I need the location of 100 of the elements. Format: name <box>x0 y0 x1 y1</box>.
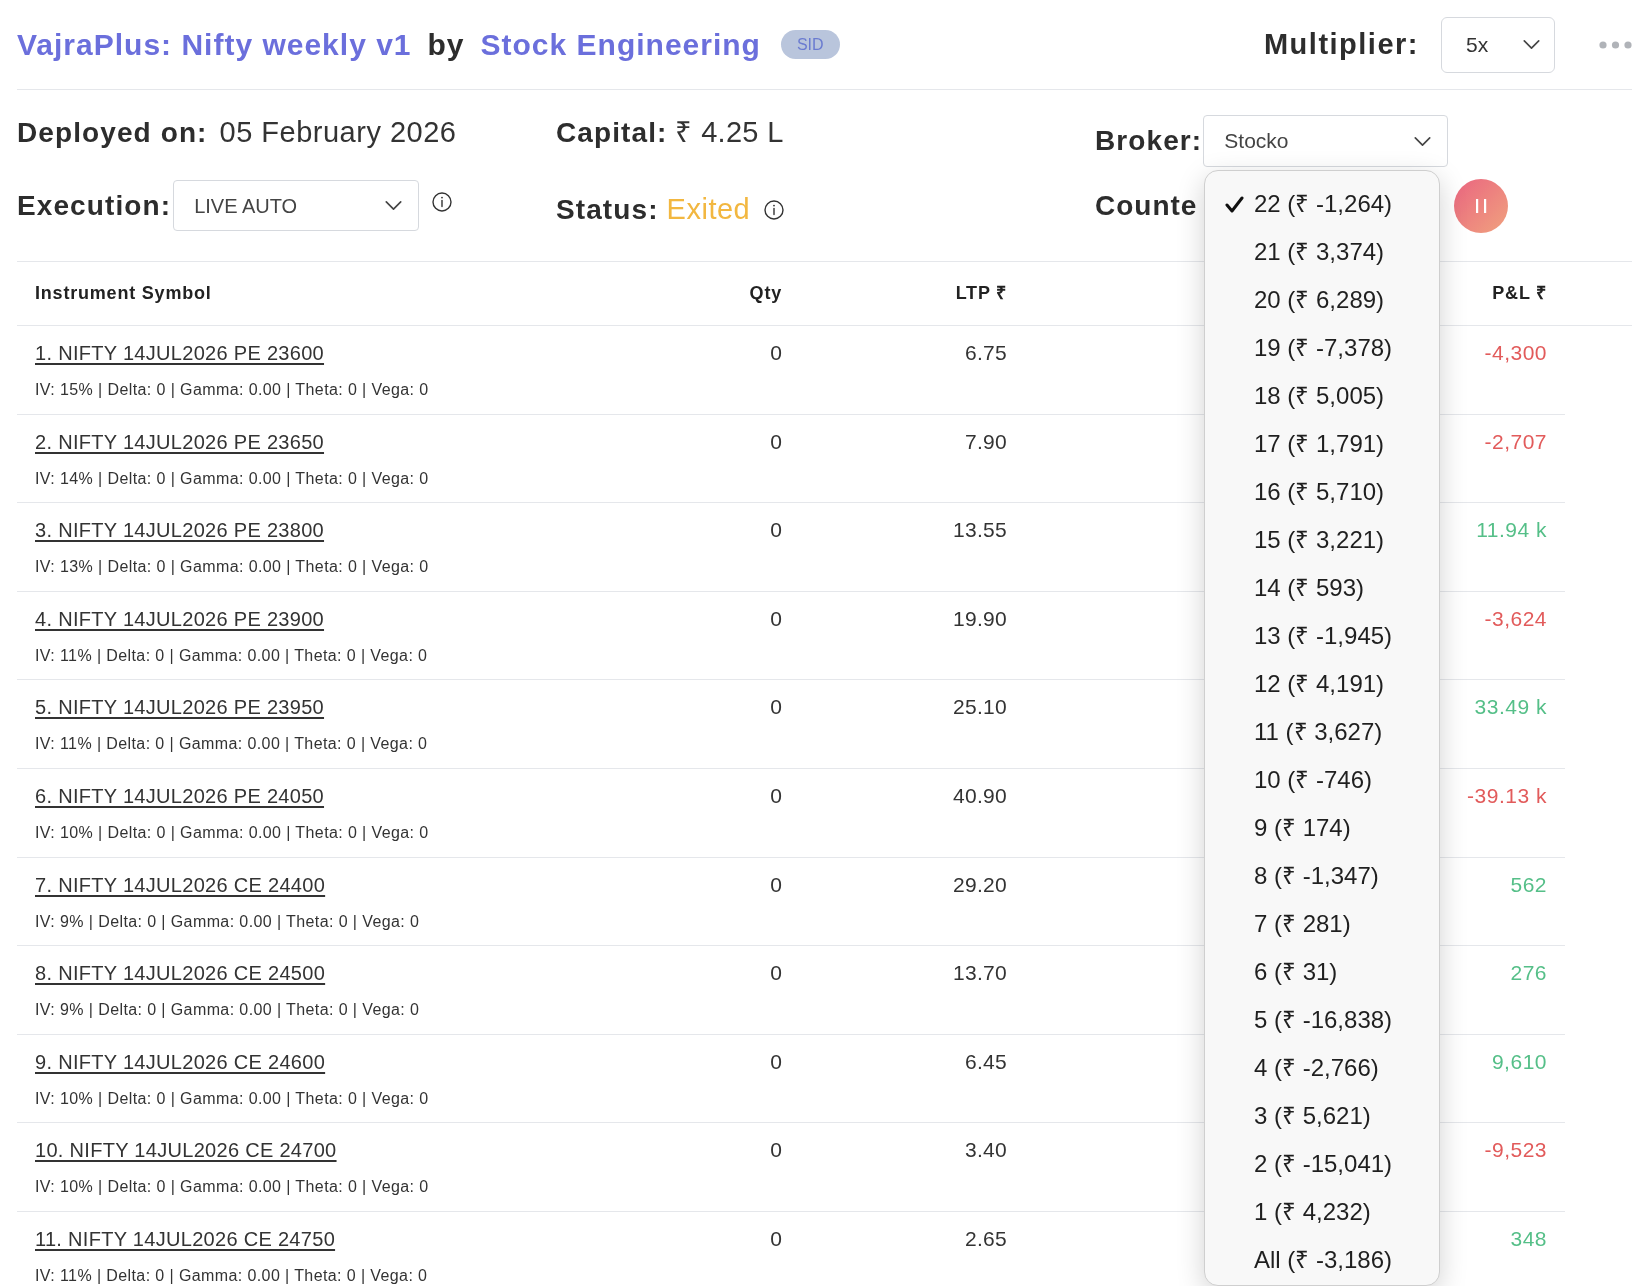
ltp-cell: 13.55 <box>952 517 1007 544</box>
pnl-cell: 33.49 k <box>1474 694 1547 721</box>
counter-option[interactable]: 20 (₹ 6,289) <box>1205 276 1439 324</box>
execution-label: Execution: <box>17 188 172 223</box>
pnl-cell: -9,523 <box>1484 1137 1547 1164</box>
column-header: Qty <box>749 282 782 305</box>
pause-button[interactable] <box>1454 178 1508 233</box>
capital-label: Capital: <box>556 116 668 150</box>
counter-option[interactable]: 19 (₹ -7,378) <box>1205 324 1439 372</box>
symbol-link[interactable]: 2. NIFTY 14JUL2026 PE 23650 <box>35 428 325 455</box>
greeks-text: IV: 10% | Delta: 0 | Gamma: 0.00 | Theta: 0 | Vega: 0 <box>35 1178 429 1197</box>
counter-option[interactable]: 18 (₹ 5,005) <box>1205 372 1439 420</box>
counter-option[interactable]: 17 (₹ 1,791) <box>1205 420 1439 468</box>
greeks-text: IV: 14% | Delta: 0 | Gamma: 0.00 | Theta: 0 | Vega: 0 <box>35 469 429 488</box>
pnl-cell: 348 <box>1510 1225 1547 1252</box>
broker-label: Broker: <box>1095 124 1203 158</box>
qty-cell: 0 <box>770 960 782 987</box>
multiplier-label: Multiplier: <box>1263 26 1419 62</box>
counter-option[interactable]: 16 (₹ 5,710) <box>1205 468 1439 516</box>
greeks-text: IV: 15% | Delta: 0 | Gamma: 0.00 | Theta: 0 | Vega: 0 <box>35 381 429 399</box>
greeks-text: IV: 9% | Delta: 0 | Gamma: 0.00 | Theta: 0 | Vega: 0 <box>35 912 420 931</box>
counter-option[interactable]: 13 (₹ -1,945) <box>1205 612 1439 660</box>
title-link[interactable]: VajraPlus: Nifty weekly v1 <box>17 24 412 65</box>
ltp-cell: 25.10 <box>952 694 1007 721</box>
ltp-cell: 2.65 <box>964 1225 1007 1252</box>
qty-cell: 0 <box>770 340 782 366</box>
counter-option[interactable]: 22 (₹ -1,264) <box>1205 180 1439 228</box>
pnl-cell: -4,300 <box>1484 340 1547 366</box>
counter-option[interactable]: 10 (₹ -746) <box>1205 756 1439 804</box>
broker-select[interactable]: Stocko <box>1203 115 1449 167</box>
symbol-link[interactable]: 10. NIFTY 14JUL2026 CE 24700 <box>35 1137 337 1164</box>
ltp-cell: 7.90 <box>964 428 1007 455</box>
ltp-cell: 3.40 <box>964 1137 1007 1164</box>
qty-cell: 0 <box>770 1137 782 1164</box>
pnl-cell: 11.94 k <box>1476 517 1547 544</box>
counter-option[interactable]: 8 (₹ -1,347) <box>1205 852 1439 900</box>
execution-select[interactable]: LIVE AUTO <box>173 180 420 231</box>
counter-option[interactable]: 7 (₹ 281) <box>1205 900 1439 948</box>
status-label: Status: <box>556 192 659 227</box>
greeks-text: IV: 10% | Delta: 0 | Gamma: 0.00 | Theta: 0 | Vega: 0 <box>35 1089 429 1108</box>
qty-cell: 0 <box>770 1225 782 1252</box>
counter-option[interactable]: 11 (₹ 3,627) <box>1205 708 1439 756</box>
counter-option[interactable]: 6 (₹ 31) <box>1205 948 1439 996</box>
pnl-cell: -2,707 <box>1484 428 1547 455</box>
info-icon[interactable] <box>764 199 785 220</box>
greeks-text: IV: 10% | Delta: 0 | Gamma: 0.00 | Theta: 0 | Vega: 0 <box>35 823 429 842</box>
symbol-link[interactable]: 8. NIFTY 14JUL2026 CE 24500 <box>35 960 326 987</box>
counter-option[interactable]: 3 (₹ 5,621) <box>1205 1092 1439 1140</box>
qty-cell: 0 <box>770 694 782 721</box>
checkmark-icon <box>1225 195 1244 213</box>
symbol-link[interactable]: 1. NIFTY 14JUL2026 PE 23600 <box>35 340 325 366</box>
qty-cell: 0 <box>770 871 782 898</box>
chevron-down-icon <box>385 201 403 210</box>
chevron-down-icon <box>1523 40 1540 49</box>
counter-option[interactable]: 9 (₹ 174) <box>1205 804 1439 852</box>
ltp-cell: 40.90 <box>952 782 1007 809</box>
qty-cell: 0 <box>770 1048 782 1075</box>
pnl-cell: 9,610 <box>1491 1048 1547 1075</box>
counter-option[interactable]: 1 (₹ 4,232) <box>1205 1188 1439 1236</box>
deployed-label: Deployed on: <box>17 116 208 150</box>
counter-option[interactable]: 14 (₹ 593) <box>1205 564 1439 612</box>
symbol-link[interactable]: 11. NIFTY 14JUL2026 CE 24750 <box>35 1225 336 1252</box>
qty-cell: 0 <box>770 428 782 455</box>
counter-option[interactable]: 4 (₹ -2,766) <box>1205 1044 1439 1092</box>
deployed-date: 05 February 2026 <box>219 115 457 151</box>
column-header: P&L ₹ <box>1492 282 1547 305</box>
status-value: Exited <box>666 191 751 227</box>
qty-cell: 0 <box>770 517 782 544</box>
counter-option[interactable]: 2 (₹ -15,041) <box>1205 1140 1439 1188</box>
column-header: Instrument Symbol <box>35 282 212 305</box>
counter-option[interactable]: 5 (₹ -16,838) <box>1205 996 1439 1044</box>
symbol-link[interactable]: 5. NIFTY 14JUL2026 PE 23950 <box>35 694 325 721</box>
symbol-link[interactable]: 7. NIFTY 14JUL2026 CE 24400 <box>35 871 326 898</box>
ltp-cell: 19.90 <box>952 605 1007 632</box>
counter-label: Counte <box>1095 188 1198 223</box>
ltp-cell: 6.75 <box>964 340 1007 366</box>
author-link[interactable]: Stock Engineering <box>480 24 761 65</box>
sid-badge: SID <box>780 30 840 59</box>
counter-option[interactable]: 15 (₹ 3,221) <box>1205 516 1439 564</box>
symbol-link[interactable]: 6. NIFTY 14JUL2026 PE 24050 <box>35 782 325 809</box>
qty-cell: 0 <box>770 605 782 632</box>
pnl-cell: 276 <box>1510 960 1547 987</box>
symbol-link[interactable]: 3. NIFTY 14JUL2026 PE 23800 <box>35 517 325 544</box>
symbol-link[interactable]: 4. NIFTY 14JUL2026 PE 23900 <box>35 605 325 632</box>
multiplier-select[interactable]: 5x <box>1441 16 1555 73</box>
column-header: LTP ₹ <box>955 282 1007 305</box>
info-icon[interactable] <box>432 192 453 212</box>
greeks-text: IV: 11% | Delta: 0 | Gamma: 0.00 | Theta: 0 | Vega: 0 <box>35 735 428 754</box>
ltp-cell: 29.20 <box>952 871 1007 898</box>
byline-text: by <box>427 26 465 63</box>
greeks-text: IV: 11% | Delta: 0 | Gamma: 0.00 | Theta: 0 | Vega: 0 <box>35 646 428 665</box>
pnl-cell: -39.13 k <box>1467 782 1547 809</box>
symbol-link[interactable]: 9. NIFTY 14JUL2026 CE 24600 <box>35 1048 326 1075</box>
counter-option[interactable]: 12 (₹ 4,191) <box>1205 660 1439 708</box>
counter-option[interactable]: 21 (₹ 3,374) <box>1205 228 1439 276</box>
ltp-cell: 13.70 <box>952 960 1007 987</box>
pnl-cell: 562 <box>1510 871 1547 898</box>
counter-option[interactable]: All (₹ -3,186) <box>1205 1236 1439 1284</box>
chevron-down-icon <box>1414 136 1432 146</box>
greeks-text: IV: 13% | Delta: 0 | Gamma: 0.00 | Theta: 0 | Vega: 0 <box>35 558 429 577</box>
